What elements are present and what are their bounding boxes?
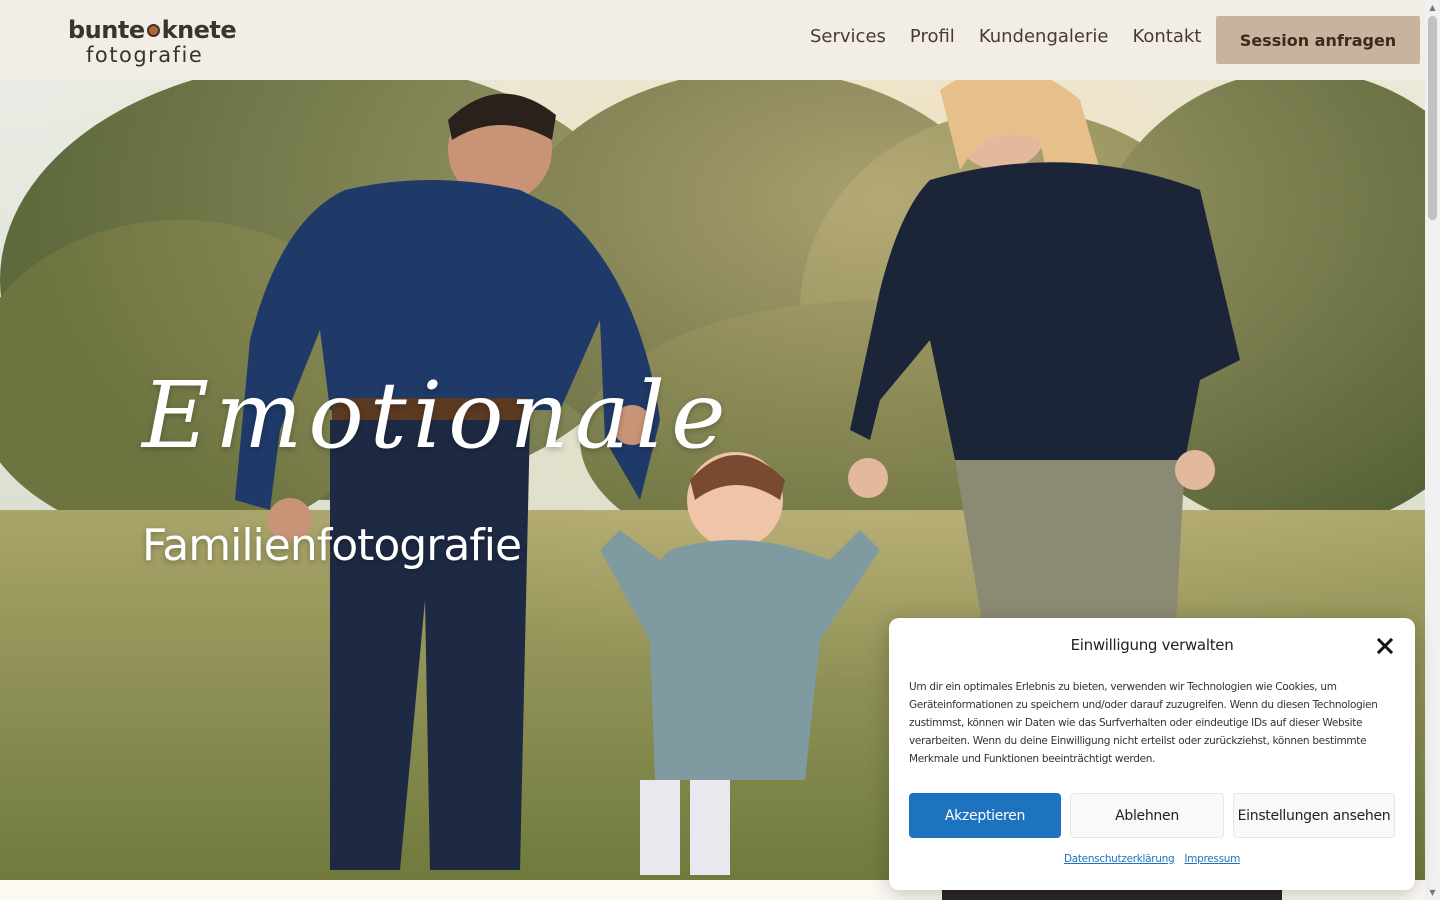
- session-request-button[interactable]: Session anfragen: [1216, 16, 1420, 64]
- hero-subtitle: Familienfotografie: [142, 520, 522, 571]
- imprint-link[interactable]: Impressum: [1184, 853, 1240, 865]
- logo-word-bunte: bunte: [68, 16, 145, 44]
- nav-item-profil[interactable]: Profil: [910, 26, 955, 47]
- accept-button[interactable]: Akzeptieren: [909, 793, 1061, 838]
- view-settings-button[interactable]: Einstellungen ansehen: [1233, 793, 1395, 838]
- cookie-consent-dialog: Einwilligung verwalten Um dir ein optima…: [889, 618, 1415, 890]
- consent-links: Datenschutzerklärung Impressum: [889, 853, 1415, 865]
- nav-item-kontakt[interactable]: Kontakt: [1132, 26, 1201, 47]
- main-nav: Services Profil Kundengalerie Kontakt: [810, 26, 1225, 47]
- site-header: bunte knete fotografie Services Profil K…: [0, 0, 1425, 80]
- nav-item-kundengalerie[interactable]: Kundengalerie: [979, 26, 1109, 47]
- nav-item-services[interactable]: Services: [810, 26, 886, 47]
- logo-wordmark: bunte knete: [68, 16, 237, 44]
- consent-text: Um dir ein optimales Erlebnis zu bieten,…: [909, 681, 1378, 765]
- site-logo[interactable]: bunte knete fotografie: [68, 16, 237, 70]
- close-icon[interactable]: [1373, 634, 1397, 658]
- privacy-policy-link[interactable]: Datenschutzerklärung: [1064, 853, 1175, 865]
- deny-button[interactable]: Ablehnen: [1070, 793, 1224, 838]
- hero-script-title: Emotionale: [142, 362, 732, 469]
- page-scrollbar[interactable]: ▲ ▼: [1425, 0, 1440, 900]
- scroll-up-icon[interactable]: ▲: [1425, 0, 1440, 15]
- scrollbar-thumb[interactable]: [1428, 16, 1437, 220]
- consent-title: Einwilligung verwalten: [1070, 636, 1234, 654]
- scroll-down-icon[interactable]: ▼: [1425, 885, 1440, 900]
- logo-subline: fotografie: [86, 43, 204, 67]
- logo-dot-icon: [146, 23, 160, 37]
- logo-word-knete: knete: [161, 16, 237, 44]
